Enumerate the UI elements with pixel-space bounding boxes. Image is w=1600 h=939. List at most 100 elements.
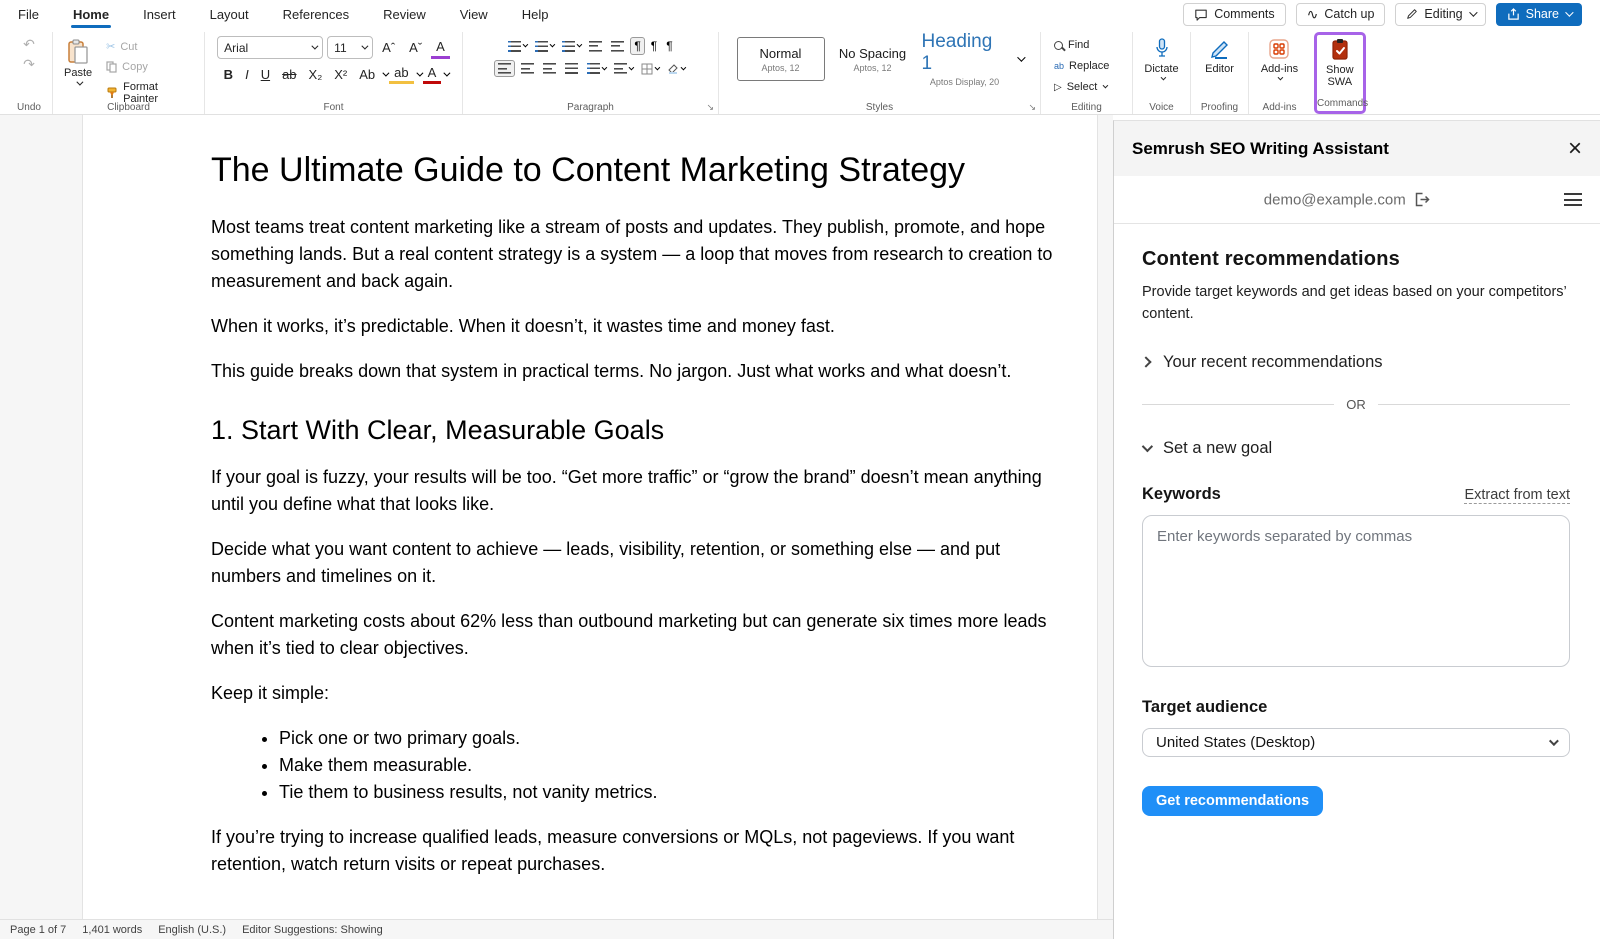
shrink-font-button[interactable]: Aˇ xyxy=(404,38,427,57)
show-marks-button[interactable]: ¶ xyxy=(663,38,675,54)
font-family-combo[interactable]: Arial xyxy=(217,36,323,59)
paste-button[interactable]: Paste xyxy=(59,36,97,89)
catch-up-button[interactable]: ∿ Catch up xyxy=(1296,3,1386,26)
menu-icon[interactable] xyxy=(1564,190,1582,210)
clear-formatting-button[interactable]: A xyxy=(431,37,450,59)
text-effects-button[interactable]: Ab xyxy=(354,65,380,84)
editing-mode-button[interactable]: Editing xyxy=(1395,3,1485,26)
tab-insert[interactable]: Insert xyxy=(141,2,178,27)
bullet-list-button[interactable] xyxy=(505,39,529,54)
align-left-icon xyxy=(498,63,511,74)
status-word-count[interactable]: 1,401 words xyxy=(82,924,142,936)
extract-from-text-link[interactable]: Extract from text xyxy=(1464,487,1570,504)
font-size-combo[interactable]: 11 xyxy=(327,36,373,59)
keywords-input[interactable] xyxy=(1142,515,1570,667)
borders-button[interactable] xyxy=(638,61,661,77)
paintbrush-icon xyxy=(106,87,118,99)
multilevel-list-button[interactable] xyxy=(559,39,583,54)
chevron-down-icon xyxy=(577,42,583,48)
recent-recommendations-toggle[interactable]: Your recent recommendations xyxy=(1142,353,1570,372)
show-swa-button[interactable]: Show SWA xyxy=(1321,35,1359,91)
rtl-paragraph-button[interactable]: ¶ xyxy=(648,38,660,54)
italic-button[interactable]: I xyxy=(240,65,254,84)
underline-button[interactable]: U xyxy=(256,65,275,84)
tab-view[interactable]: View xyxy=(458,2,490,27)
styles-gallery-chevron[interactable] xyxy=(1017,53,1025,61)
cut-button[interactable]: ✂Cut xyxy=(103,38,198,55)
dictate-button[interactable]: Dictate xyxy=(1139,34,1183,84)
pilcrow-icon: ¶ xyxy=(666,40,672,52)
style-normal[interactable]: Normal Aptos, 12 xyxy=(737,37,825,81)
find-button[interactable]: Find xyxy=(1051,37,1112,53)
justify-button[interactable] xyxy=(562,61,581,76)
target-audience-select[interactable]: United States (Desktop) xyxy=(1142,728,1570,757)
swa-highlight-ring: Show SWA Commands xyxy=(1314,32,1366,114)
tab-references[interactable]: References xyxy=(281,2,351,27)
replace-button[interactable]: abReplace xyxy=(1051,58,1112,74)
font-group: Arial 11 Aˆ Aˇ A B I U ab X₂ X² Ab ab A … xyxy=(204,32,462,114)
style-heading-1[interactable]: Heading 1 Aptos Display, 20 xyxy=(921,37,1009,81)
get-recommendations-button[interactable]: Get recommendations xyxy=(1142,786,1323,816)
chevron-down-icon xyxy=(1103,83,1109,89)
font-color-button[interactable]: A xyxy=(423,64,442,84)
style-no-spacing[interactable]: No Spacing Aptos, 12 xyxy=(829,37,917,81)
status-page-count[interactable]: Page 1 of 7 xyxy=(10,924,66,936)
multilevel-list-icon xyxy=(562,41,575,52)
set-new-goal-toggle[interactable]: Set a new goal xyxy=(1142,439,1570,458)
chevron-down-icon xyxy=(655,64,661,70)
numbered-list-button[interactable] xyxy=(532,39,556,54)
doc-content: The Ultimate Guide to Content Marketing … xyxy=(83,115,1097,878)
align-right-button[interactable] xyxy=(540,61,559,76)
comments-button[interactable]: Comments xyxy=(1183,3,1285,26)
document-page[interactable]: The Ultimate Guide to Content Marketing … xyxy=(82,115,1098,920)
bold-button[interactable]: B xyxy=(219,65,238,84)
tab-review[interactable]: Review xyxy=(381,2,428,27)
tab-layout[interactable]: Layout xyxy=(208,2,251,27)
editor-button[interactable]: Editor xyxy=(1200,34,1239,78)
align-center-button[interactable] xyxy=(518,61,537,76)
status-bar: Page 1 of 7 1,401 words English (U.S.) E… xyxy=(0,919,1113,939)
doc-p: Decide what you want content to achieve … xyxy=(211,536,1054,590)
tab-home[interactable]: Home xyxy=(71,2,111,27)
doc-p: If you’re trying to increase qualified l… xyxy=(211,824,1054,878)
undo-button[interactable]: ↶ xyxy=(18,34,40,54)
share-button[interactable]: Share xyxy=(1496,3,1582,26)
decrease-indent-button[interactable] xyxy=(586,39,605,54)
paragraph-spacing-button[interactable] xyxy=(611,61,635,76)
pilcrow-rtl-icon: ¶ xyxy=(651,40,657,52)
close-icon[interactable]: × xyxy=(1568,137,1582,161)
editor-pencil-icon xyxy=(1209,37,1231,61)
tab-help[interactable]: Help xyxy=(520,2,551,27)
status-language[interactable]: English (U.S.) xyxy=(158,924,226,936)
copy-button[interactable]: Copy xyxy=(103,59,198,75)
superscript-button[interactable]: X² xyxy=(329,65,352,84)
grow-font-button[interactable]: Aˆ xyxy=(377,38,400,57)
select-button[interactable]: ▷Select xyxy=(1051,79,1112,95)
chevron-down-icon xyxy=(523,42,529,48)
logout-icon[interactable] xyxy=(1414,192,1431,208)
add-ins-button[interactable]: Add-ins xyxy=(1256,34,1303,84)
strikethrough-button[interactable]: ab xyxy=(277,65,301,84)
align-right-icon xyxy=(543,63,556,74)
ltr-paragraph-button[interactable]: ¶ xyxy=(630,37,644,55)
shading-button[interactable] xyxy=(664,61,687,77)
status-editor-suggestions[interactable]: Editor Suggestions: Showing xyxy=(242,924,383,936)
chevron-down-icon xyxy=(1565,8,1573,16)
account-email: demo@example.com xyxy=(1264,191,1406,208)
increase-indent-button[interactable] xyxy=(608,39,627,54)
undo-icon: ↶ xyxy=(23,37,35,51)
align-left-button[interactable] xyxy=(494,60,515,77)
redo-button[interactable]: ↷ xyxy=(18,54,40,74)
tab-file[interactable]: File xyxy=(16,2,41,27)
subscript-button[interactable]: X₂ xyxy=(304,65,328,84)
pilcrow-ltr-icon: ¶ xyxy=(634,40,640,52)
clipboard-group: Paste ✂Cut Copy Format Painter Clipboard xyxy=(52,32,204,114)
microphone-icon xyxy=(1153,37,1171,61)
paragraph-dialog-launcher[interactable]: ↘ xyxy=(706,102,714,113)
chevron-down-icon xyxy=(1142,441,1153,452)
styles-dialog-launcher[interactable]: ↘ xyxy=(1028,102,1036,113)
shading-icon xyxy=(667,63,679,75)
line-spacing-button[interactable] xyxy=(584,61,608,76)
share-icon xyxy=(1507,8,1520,21)
highlight-color-button[interactable]: ab xyxy=(389,64,413,84)
